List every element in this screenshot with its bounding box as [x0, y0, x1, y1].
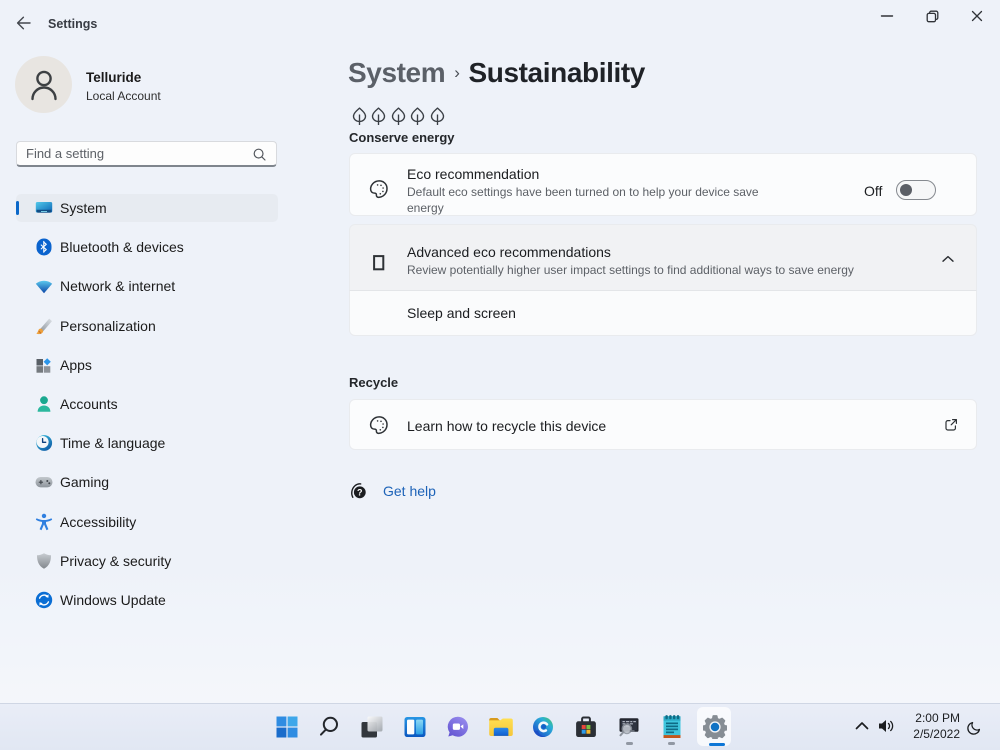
svg-text:?: ? — [357, 487, 363, 497]
